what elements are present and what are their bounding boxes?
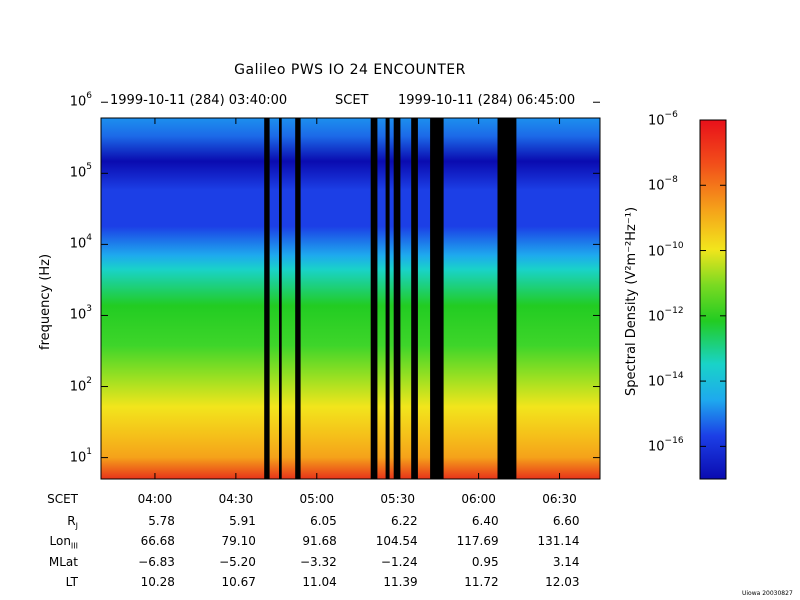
ephemeris-value: 104.54 bbox=[375, 534, 418, 548]
data-gap-6 bbox=[393, 118, 401, 479]
colorbar-tick-label: 10−10 bbox=[648, 240, 684, 259]
y-tick-label: 105 bbox=[69, 162, 92, 181]
colorbar-tick-label: 10−14 bbox=[648, 371, 684, 390]
credit-label: Uiowa 20030827 bbox=[742, 590, 793, 597]
data-gap-1 bbox=[264, 118, 270, 479]
ephemeris-value: 11.39 bbox=[383, 575, 418, 589]
ephemeris-value: 10.28 bbox=[140, 575, 175, 589]
y-tick-label: 101 bbox=[69, 446, 92, 465]
ephemeris-row-label: LonIII bbox=[49, 534, 79, 551]
ephemeris-value: −5.20 bbox=[219, 555, 256, 569]
colorbar-tick-label: 10−6 bbox=[648, 110, 678, 129]
colorbar-label: Spectral Density (V²m⁻²Hz⁻¹) bbox=[624, 206, 639, 396]
ephemeris-value: 79.10 bbox=[221, 534, 256, 548]
colorbar bbox=[699, 119, 727, 480]
colorbar-gradient bbox=[699, 119, 727, 480]
ephemeris-value: 11.72 bbox=[464, 575, 499, 589]
ephemeris-value: 6.05 bbox=[310, 514, 337, 528]
ephemeris-value: 6.40 bbox=[471, 514, 499, 528]
data-gap-3 bbox=[295, 118, 301, 479]
ephemeris-value: 3.14 bbox=[552, 555, 580, 569]
ephemeris-value: 6.60 bbox=[552, 514, 580, 528]
colorbar-tick-label: 10−12 bbox=[648, 305, 684, 325]
ephemeris-row-label: LT bbox=[65, 575, 78, 589]
ephemeris-value: 10.67 bbox=[221, 575, 256, 589]
ephemeris-value: 5.91 bbox=[229, 514, 256, 528]
x-tick-label: 06:30 bbox=[542, 492, 577, 506]
ephemeris-value: 5.78 bbox=[148, 514, 175, 528]
ephemeris-value: −3.32 bbox=[300, 555, 337, 569]
y-axis-label: frequency (Hz) bbox=[38, 253, 53, 350]
y-tick-label: 106 bbox=[69, 91, 92, 110]
data-gap-7 bbox=[411, 118, 418, 479]
data-gap-2 bbox=[279, 118, 282, 479]
x-tick-label: 05:00 bbox=[299, 492, 335, 506]
spectrogram-figure bbox=[100, 101, 727, 480]
ephemeris-row-label: RJ bbox=[67, 514, 78, 531]
data-gap-5 bbox=[385, 118, 390, 479]
data-gap-4 bbox=[370, 118, 378, 479]
y-tick-label: 102 bbox=[69, 375, 92, 394]
x-tick-label: 06:00 bbox=[461, 492, 496, 506]
colorbar-tick-label: 10−8 bbox=[648, 175, 678, 194]
ephemeris-value: 91.68 bbox=[302, 534, 337, 548]
y-tick-label: 103 bbox=[69, 304, 92, 323]
y-tick-label: 104 bbox=[69, 233, 92, 252]
ephemeris-row-label: MLat bbox=[48, 555, 78, 569]
spectrogram-plot bbox=[100, 101, 601, 480]
ephemeris-value: 12.03 bbox=[545, 575, 580, 589]
spectrogram-background bbox=[101, 118, 600, 479]
ephemeris-value: −1.24 bbox=[380, 555, 418, 569]
ephemeris-value: 66.68 bbox=[140, 534, 175, 548]
ephemeris-row-label: SCET bbox=[47, 492, 78, 506]
colorbar-tick-label: 10−16 bbox=[648, 436, 684, 455]
ephemeris-value: 131.14 bbox=[537, 534, 580, 548]
data-gap-8 bbox=[430, 118, 444, 479]
x-tick-label: 05:30 bbox=[380, 492, 415, 506]
x-tick-label: 04:00 bbox=[137, 492, 173, 506]
ephemeris-value: 11.04 bbox=[302, 575, 337, 589]
data-gap-9 bbox=[497, 118, 517, 479]
ephemeris-value: 117.69 bbox=[456, 534, 499, 548]
ephemeris-value: −6.83 bbox=[138, 555, 175, 569]
ephemeris-value: 6.22 bbox=[390, 514, 418, 528]
x-tick-label: 04:30 bbox=[218, 492, 254, 506]
ephemeris-value: 0.95 bbox=[471, 555, 499, 569]
